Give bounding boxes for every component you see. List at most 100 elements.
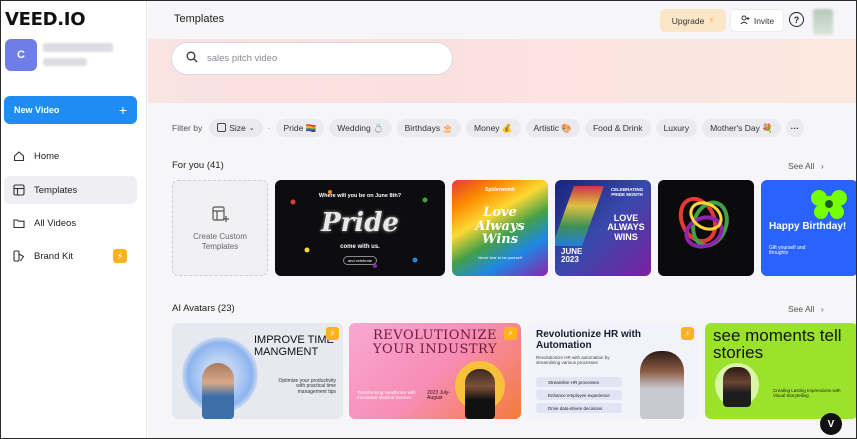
card-main-text: REVOLUTIONIZE YOUR INDUSTRY <box>372 328 498 357</box>
avatar-card-see-moments[interactable]: see moments tell stories Creating Lastin… <box>705 323 856 419</box>
card-date-text: 2023 July-August <box>427 390 451 402</box>
chevron-right-icon: › <box>820 161 824 171</box>
main-content: Templates Upgrade ⚡ Invite ? sales pitch… <box>148 1 856 438</box>
card-main-text: Pride <box>321 208 399 238</box>
new-video-button[interactable]: New Video + <box>4 96 137 124</box>
ai-avatars-see-all-link[interactable]: See All › <box>788 304 824 314</box>
sidebar-item-templates[interactable]: Templates <box>4 176 137 204</box>
card-sub-text: Never fear to be yourself <box>478 255 522 260</box>
veed-logo[interactable]: VEED.IO <box>5 9 86 30</box>
sidebar-item-all-videos[interactable]: All Videos <box>4 209 137 237</box>
filter-chip-food-drink[interactable]: Food & Drink <box>584 119 651 137</box>
workspace-name-blurred <box>43 43 113 52</box>
premium-bolt-icon: ⚡ <box>504 327 517 340</box>
avatar-card-revolutionize-industry[interactable]: REVOLUTIONIZE YOUR INDUSTRY Transforming… <box>349 323 521 419</box>
list-item: Enhance employee experience <box>536 390 622 400</box>
card-sub-text: Gift yourself and thoughts <box>769 245 806 257</box>
template-card-pride-month[interactable]: CELEBRATING PRIDE MONTH LOVE ALWAYS WINS… <box>555 180 651 276</box>
card-sub-text: Creating Lasting Impressions with Visual… <box>773 388 841 398</box>
presenter-avatar <box>465 369 495 419</box>
sidebar-item-label: Home <box>34 150 60 162</box>
card-sub-text: Transforming Healthcare with Innovative … <box>357 390 416 400</box>
filter-chip-mothers-day[interactable]: Mother's Day 💐 <box>702 119 781 137</box>
help-icon[interactable]: ? <box>789 12 804 27</box>
ai-avatars-title: AI Avatars (23) <box>172 303 235 314</box>
brand-kit-icon <box>13 250 25 262</box>
card-sub-text: Optimize your productivity with practica… <box>278 378 336 395</box>
bolt-icon: ⚡ <box>708 15 715 25</box>
sidebar-item-label: All Videos <box>34 217 77 229</box>
template-card-pride[interactable]: Where will you be on June 8th? Pride com… <box>275 180 445 276</box>
aspect-ratio-icon <box>217 122 227 134</box>
avatar-card-time-management[interactable]: IMPROVE TIME MANGMENT Optimize your prod… <box>172 323 343 419</box>
search-input[interactable]: sales pitch video <box>207 53 277 64</box>
new-video-label: New Video <box>14 105 60 115</box>
card-top-text: Where will you be on June 8th? <box>318 193 402 199</box>
card-top-text: Spiderwomb <box>484 187 515 193</box>
card-main-text: Revolutionize HR with Automation <box>536 329 641 351</box>
card-cta: and celebrate <box>343 256 377 265</box>
presenter-avatar <box>202 363 234 419</box>
filter-divider: · <box>267 123 271 133</box>
premium-bolt-icon: ⚡ <box>113 249 127 263</box>
filter-by-label: Filter by <box>172 123 203 133</box>
template-card-happy-birthday[interactable]: Happy Birthday! Gift yourself and though… <box>761 180 856 276</box>
template-card-love-always-wins[interactable]: Spiderwomb Love Always Wins Never fear t… <box>452 180 548 276</box>
flower-icon <box>811 190 847 219</box>
card-main-text: Happy Birthday! <box>769 221 847 232</box>
home-icon <box>13 150 25 162</box>
chevron-right-icon: › <box>820 304 824 314</box>
create-custom-template-card[interactable]: Create Custom Templates <box>172 180 268 276</box>
workspace-avatar[interactable]: C <box>5 39 37 71</box>
sidebar-item-label: Brand Kit <box>34 250 74 262</box>
user-avatar[interactable] <box>813 9 833 35</box>
card-main-text: Love Always Wins <box>475 205 525 248</box>
filter-chip-luxury[interactable]: Luxury <box>655 119 698 137</box>
filter-chip-money[interactable]: Money 💰 <box>466 119 521 137</box>
sidebar-item-label: Templates <box>34 184 78 196</box>
list-item: Streamline HR processes <box>536 377 622 387</box>
avatar-card-hr-automation[interactable]: Revolutionize HR with Automation Revolut… <box>528 323 698 419</box>
card-sub-text: Revolutionize HR with automation by stre… <box>536 355 610 365</box>
card-main-text: LOVE ALWAYS WINS <box>607 213 645 242</box>
more-filters-button[interactable]: ··· <box>785 119 804 137</box>
invite-label: Invite <box>753 15 775 26</box>
template-card-rings[interactable] <box>658 180 754 276</box>
upgrade-label: Upgrade <box>671 15 705 26</box>
filter-chip-artistic[interactable]: Artistic 🎨 <box>525 119 580 137</box>
size-dropdown[interactable]: Size ⌄ <box>209 119 263 137</box>
card-sub-text: JUNE 2023 <box>561 247 583 265</box>
for-you-see-all-link[interactable]: See All › <box>788 161 824 171</box>
for-you-title: For you (41) <box>172 160 224 171</box>
card-sub-text: come with us. <box>340 244 380 250</box>
add-user-icon <box>740 15 750 27</box>
premium-bolt-icon: ⚡ <box>326 327 339 340</box>
templates-icon <box>13 184 25 196</box>
see-all-label: See All <box>788 304 815 314</box>
workspace-plan-blurred <box>43 58 87 66</box>
upgrade-button[interactable]: Upgrade ⚡ <box>660 9 726 32</box>
folder-icon <box>13 217 25 229</box>
search-icon <box>186 51 198 66</box>
veed-help-widget-icon[interactable]: V <box>820 413 842 435</box>
invite-button[interactable]: Invite <box>730 9 784 32</box>
filter-chip-pride[interactable]: Pride 🏳️‍🌈 <box>275 119 325 137</box>
rainbow-rings-icon <box>678 196 729 249</box>
search-bar[interactable]: sales pitch video <box>171 42 453 75</box>
create-card-label: Create Custom Templates <box>193 231 247 251</box>
filter-chip-wedding[interactable]: Wedding 💍 <box>329 119 392 137</box>
rainbow-beam-decoration <box>555 186 604 246</box>
filter-chip-birthdays[interactable]: Birthdays 🎂 <box>396 119 462 137</box>
sidebar-item-brand-kit[interactable]: Brand Kit ⚡ <box>4 242 137 270</box>
presenter-avatar <box>640 351 684 419</box>
plus-icon: + <box>118 102 127 118</box>
card-top-text: CELEBRATING PRIDE MONTH <box>610 187 644 197</box>
add-template-icon <box>211 205 229 226</box>
sidebar: VEED.IO C New Video + Home Templates All… <box>1 1 147 438</box>
list-item: Drive data-driven decisions <box>536 403 622 413</box>
page-title: Templates <box>174 13 225 25</box>
size-label: Size <box>229 123 246 133</box>
filter-bar: Filter by Size ⌄ · Pride 🏳️‍🌈 Wedding 💍 … <box>172 119 804 137</box>
premium-bolt-icon: ⚡ <box>681 327 694 340</box>
sidebar-item-home[interactable]: Home <box>4 142 137 170</box>
